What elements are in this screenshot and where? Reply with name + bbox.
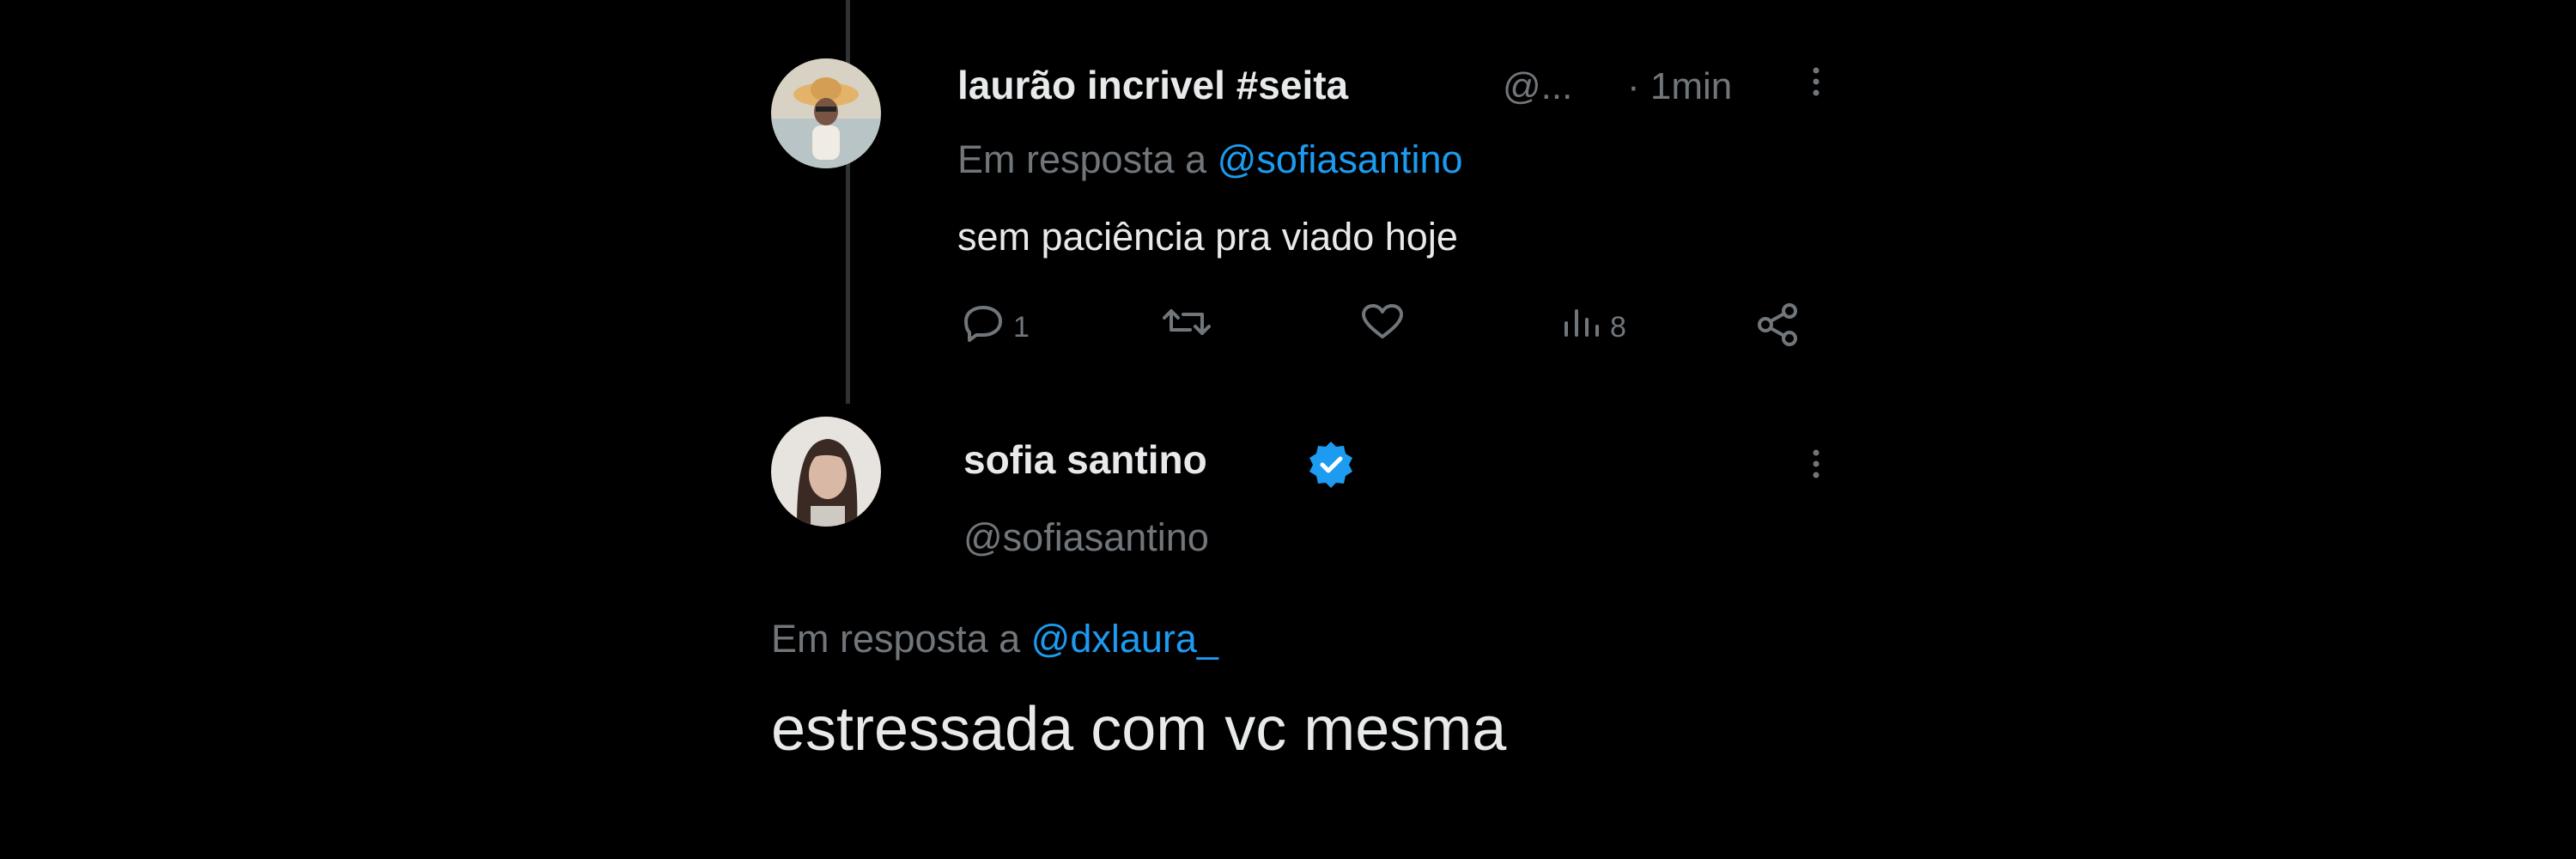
reply-prefix: Em resposta a: [957, 137, 1207, 181]
like-icon[interactable]: [1357, 301, 1408, 348]
verified-badge-icon: [1305, 438, 1357, 494]
retweet-icon[interactable]: [1159, 301, 1214, 348]
tweet-timestamp[interactable]: · 1min: [1627, 65, 1732, 108]
tweet-text: sem paciência pra viado hoje: [957, 215, 1458, 259]
reply-to-mention[interactable]: @sofiasantino: [1218, 137, 1463, 181]
more-icon[interactable]: [1803, 60, 1829, 107]
avatar[interactable]: [771, 58, 881, 168]
more-icon[interactable]: [1803, 442, 1829, 490]
reply-author-name[interactable]: sofia santino: [963, 436, 1207, 483]
views-icon[interactable]: [1554, 301, 1606, 348]
reply-prefix: Em resposta a: [771, 617, 1021, 661]
reply-icon[interactable]: [957, 301, 1009, 348]
reply-count: 1: [1013, 311, 1030, 344]
tweet-text: estressada com vc mesma: [771, 695, 1507, 764]
share-icon[interactable]: [1752, 301, 1803, 353]
views-count: 8: [1610, 311, 1626, 344]
reply-author-handle[interactable]: @sofiasantino: [963, 515, 1209, 560]
thread-connector-line: [846, 0, 850, 404]
reply-context: Em resposta a @dxlaura_: [771, 617, 1218, 661]
reply-context: Em resposta a @sofiasantino: [957, 137, 1463, 182]
avatar[interactable]: [771, 417, 881, 527]
tweet-author-name[interactable]: laurão incrivel #seita: [957, 62, 1348, 108]
reply-to-mention[interactable]: @dxlaura_: [1031, 617, 1218, 661]
tweet-author-handle[interactable]: @...: [1503, 65, 1572, 108]
